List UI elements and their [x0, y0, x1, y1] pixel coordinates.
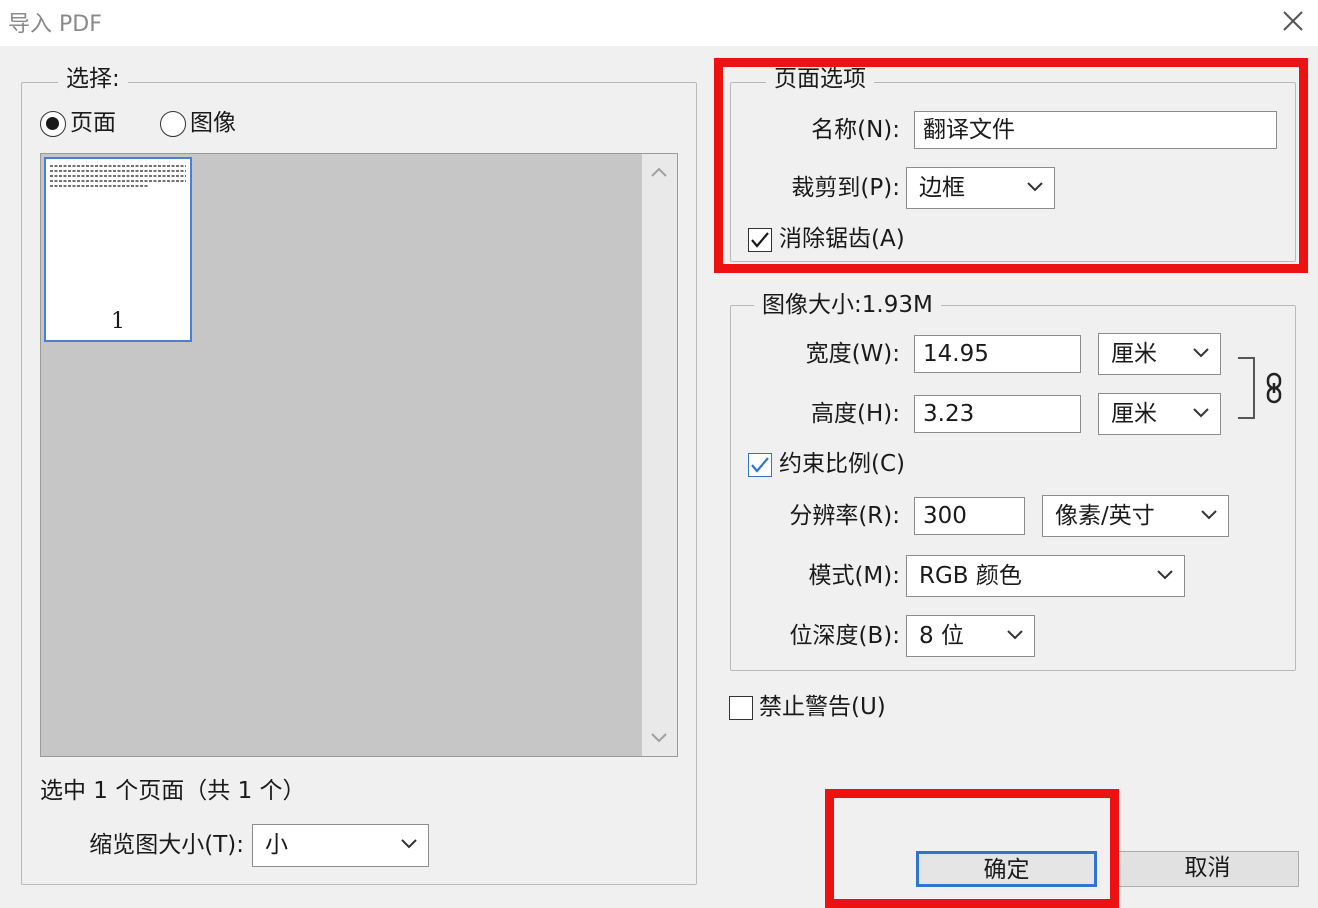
selection-status: 选中 1 个页面（共 1 个） — [40, 778, 306, 804]
resolution-unit-select[interactable]: 像素/英寸 — [1042, 495, 1229, 537]
bit-depth-value: 8 位 — [919, 623, 964, 649]
chevron-down-icon — [1007, 630, 1023, 640]
close-button[interactable] — [1276, 4, 1310, 38]
mode-label: 模式(M): — [808, 563, 900, 589]
suppress-warnings-checkbox[interactable] — [729, 696, 753, 720]
chevron-down-icon — [1157, 570, 1173, 580]
width-label: 宽度(W): — [805, 341, 900, 367]
suppress-warnings-label[interactable]: 禁止警告(U) — [759, 696, 886, 719]
resolution-label: 分辨率(R): — [789, 503, 900, 529]
radio-page-dot — [46, 117, 59, 130]
page-options-highlight — [714, 58, 1308, 273]
cancel-button[interactable]: 取消 — [1116, 851, 1299, 887]
radio-image[interactable] — [160, 111, 186, 137]
bit-depth-label: 位深度(B): — [789, 623, 900, 649]
thumbnail-size-select[interactable]: 小 — [252, 824, 429, 867]
mode-select[interactable]: RGB 颜色 — [906, 555, 1185, 597]
page-thumbnail[interactable]: 1 — [44, 157, 192, 342]
mode-value: RGB 颜色 — [919, 563, 1022, 589]
height-unit-select[interactable]: 厘米 — [1098, 393, 1221, 435]
height-label: 高度(H): — [811, 401, 900, 427]
scroll-up-icon[interactable] — [650, 166, 668, 178]
checkmark-icon — [751, 457, 769, 473]
thumbnail-page-content — [50, 165, 186, 187]
radio-page-label[interactable]: 页面 — [70, 112, 116, 135]
width-unit-value: 厘米 — [1111, 341, 1157, 367]
close-icon — [1283, 11, 1303, 31]
resolution-unit-value: 像素/英寸 — [1055, 503, 1155, 529]
scroll-down-icon[interactable] — [650, 732, 668, 744]
chain-link-icon[interactable] — [1264, 372, 1284, 404]
height-unit-value: 厘米 — [1111, 401, 1157, 427]
window-title: 导入 PDF — [8, 12, 102, 37]
constrain-proportions-label[interactable]: 约束比例(C) — [779, 453, 905, 476]
thumbnail-page-number: 1 — [111, 309, 125, 334]
preview-scrollbar[interactable] — [642, 154, 677, 756]
select-group-legend: 选择: — [58, 68, 128, 91]
thumbnail-size-label: 缩览图大小(T): — [89, 832, 244, 858]
image-size-legend: 图像大小:1.93M — [754, 294, 941, 317]
height-input[interactable]: 3.23 — [914, 395, 1081, 433]
title-bar — [0, 0, 1318, 46]
chevron-down-icon — [1201, 510, 1217, 520]
ok-button-highlight — [825, 789, 1119, 908]
resolution-input[interactable]: 300 — [914, 497, 1025, 535]
chevron-down-icon — [1193, 348, 1209, 358]
width-input[interactable]: 14.95 — [914, 335, 1081, 373]
radio-image-label[interactable]: 图像 — [190, 112, 236, 135]
chevron-down-icon — [401, 839, 417, 849]
radio-page[interactable] — [40, 111, 66, 137]
constrain-proportions-checkbox[interactable] — [748, 453, 772, 477]
chevron-down-icon — [1193, 408, 1209, 418]
bit-depth-select[interactable]: 8 位 — [906, 615, 1035, 657]
width-unit-select[interactable]: 厘米 — [1098, 333, 1221, 375]
proportion-link-bracket — [1238, 357, 1255, 419]
thumbnail-size-value: 小 — [265, 832, 288, 858]
